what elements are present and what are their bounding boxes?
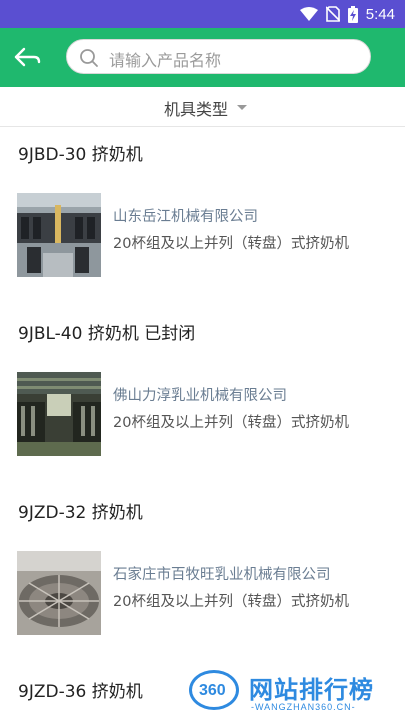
status-time: 5:44: [365, 5, 395, 23]
search-input[interactable]: 请输入产品名称: [66, 39, 371, 74]
item-title: 9JZD-36 挤奶机: [18, 682, 143, 702]
rotary-parlor-photo: [17, 551, 101, 635]
item-company: 石家庄市百牧旺乳业机械有限公司: [113, 567, 331, 583]
item-company: 山东岳江机械有限公司: [113, 209, 258, 225]
battery-charging-icon: [347, 5, 358, 23]
item-category: 20杯组及以上并列（转盘）式挤奶机: [113, 236, 349, 252]
search-icon: [80, 49, 98, 67]
back-button[interactable]: [12, 44, 42, 72]
app-header: 请输入产品名称: [0, 28, 405, 87]
item-category: 20杯组及以上并列（转盘）式挤奶机: [113, 594, 349, 610]
watermark-number: 360: [199, 682, 226, 699]
item-company: 佛山力淳乳业机械有限公司: [113, 388, 287, 404]
no-sim-icon: [325, 6, 340, 22]
milking-parlor-photo: [17, 193, 101, 277]
watermark-logo: 360 网站排行榜 -WANGZHAN360.CN-: [189, 668, 399, 718]
watermark-circle: 360: [189, 670, 239, 710]
filter-dropdown[interactable]: 机具类型: [0, 87, 405, 127]
wifi-icon: [299, 7, 318, 21]
caret-down-icon: [237, 105, 247, 110]
status-bar: 5:44: [0, 0, 405, 28]
item-title: 9JZD-32 挤奶机: [18, 503, 143, 523]
watermark-subtitle: -WANGZHAN360.CN-: [251, 702, 356, 712]
back-arrow-icon: [14, 47, 41, 67]
status-icons: 5:44: [299, 4, 395, 24]
item-category: 20杯组及以上并列（转盘）式挤奶机: [113, 415, 349, 431]
search-placeholder: 请输入产品名称: [109, 51, 222, 70]
filter-label: 机具类型: [164, 100, 229, 119]
item-title: 9JBL-40 挤奶机 已封闭: [18, 324, 196, 344]
watermark-title: 网站排行榜: [249, 676, 374, 704]
item-title: 9JBD-30 挤奶机: [18, 145, 143, 165]
milking-line-photo: [17, 372, 101, 456]
